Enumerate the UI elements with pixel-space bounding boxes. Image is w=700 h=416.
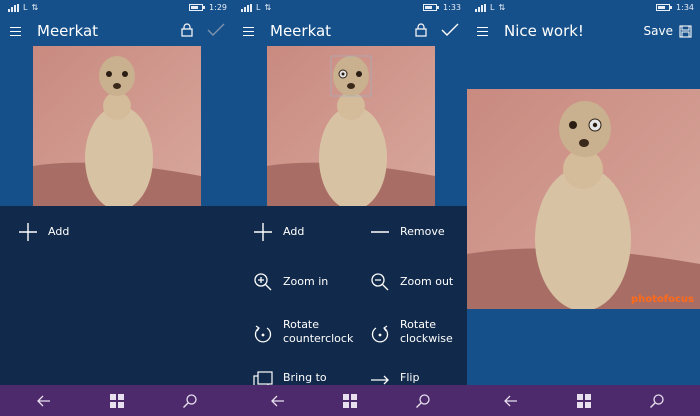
page-title: Meerkat xyxy=(37,22,99,40)
app-header: Meerkat xyxy=(233,16,467,46)
bring-to-label: Bring to xyxy=(283,371,327,384)
signal-icon xyxy=(8,3,19,12)
network-icon: ⇅ xyxy=(31,3,39,12)
back-icon[interactable] xyxy=(270,393,286,409)
remove-label: Remove xyxy=(400,225,445,238)
battery-icon xyxy=(656,4,673,11)
clock: 1:33 xyxy=(443,3,461,12)
status-bar: L ⇅ 1:34 xyxy=(467,0,700,16)
check-icon[interactable] xyxy=(207,23,225,37)
search-icon[interactable] xyxy=(182,393,198,409)
battery-icon xyxy=(423,4,440,11)
screen-2: L ⇅ 1:33 Meerkat Add Remove Zoom in Zoom… xyxy=(233,0,467,416)
lock-icon[interactable] xyxy=(181,23,193,37)
screen-3: L ⇅ 1:34 Nice work! Save photofocus xyxy=(467,0,700,416)
save-button[interactable]: Save xyxy=(644,24,673,38)
rotate-counterclockwise-label: Rotate counterclock xyxy=(283,318,354,345)
network-icon: ⇅ xyxy=(264,3,272,12)
zoom-out-button[interactable]: Zoom out xyxy=(370,272,453,292)
rotate-cw-icon xyxy=(371,325,389,343)
search-icon[interactable] xyxy=(649,393,665,409)
status-bar: L ⇅ 1:29 xyxy=(0,0,233,16)
status-bar: L ⇅ 1:33 xyxy=(233,0,467,16)
check-icon[interactable] xyxy=(441,23,459,37)
rotate-counterclockwise-button[interactable]: Rotate counterclock xyxy=(253,318,353,346)
flip-label: Flip xyxy=(400,371,420,384)
command-panel: Add xyxy=(0,206,233,385)
clock: 1:34 xyxy=(676,3,694,12)
windows-icon[interactable] xyxy=(109,393,125,409)
hamburger-icon[interactable] xyxy=(243,27,254,36)
add-button[interactable]: Add xyxy=(18,222,69,242)
app-header: Meerkat xyxy=(0,16,233,46)
rotate-clockwise-label: Rotate clockwise xyxy=(400,318,453,345)
meerkat-photo[interactable] xyxy=(33,46,201,206)
hamburger-icon[interactable] xyxy=(10,27,21,36)
search-icon[interactable] xyxy=(415,393,431,409)
signal-icon xyxy=(241,3,252,12)
zoom-in-button[interactable]: Zoom in xyxy=(253,272,328,292)
add-label: Add xyxy=(48,225,70,238)
page-title: Nice work! xyxy=(504,22,584,40)
save-icon[interactable] xyxy=(679,24,692,38)
remove-button[interactable]: Remove xyxy=(370,222,445,242)
back-icon[interactable] xyxy=(503,393,519,409)
plus-icon xyxy=(19,223,37,241)
plus-icon xyxy=(254,223,272,241)
app-header: Nice work! Save xyxy=(467,16,700,46)
hamburger-icon[interactable] xyxy=(477,27,488,36)
rotate-clockwise-button[interactable]: Rotate clockwise xyxy=(370,318,453,346)
network-icon: ⇅ xyxy=(498,3,506,12)
add-button[interactable]: Add xyxy=(253,222,304,242)
nav-bar xyxy=(233,385,467,416)
windows-icon[interactable] xyxy=(342,393,358,409)
clock: 1:29 xyxy=(209,3,227,12)
zoom-in-icon xyxy=(254,273,272,291)
zoom-out-icon xyxy=(371,273,389,291)
lock-icon[interactable] xyxy=(415,23,427,37)
screen-1: L ⇅ 1:29 Meerkat Add xyxy=(0,0,233,416)
back-icon[interactable] xyxy=(36,393,52,409)
meerkat-photo[interactable] xyxy=(267,46,435,206)
minus-icon xyxy=(371,231,389,233)
command-panel: Add Remove Zoom in Zoom out Rotate count… xyxy=(233,206,467,389)
nav-bar xyxy=(467,385,700,416)
meerkat-photo[interactable]: photofocus xyxy=(467,89,700,309)
rotate-ccw-icon xyxy=(254,325,272,343)
page-title: Meerkat xyxy=(270,22,332,40)
nav-bar xyxy=(0,385,233,416)
battery-icon xyxy=(189,4,206,11)
zoom-in-label: Zoom in xyxy=(283,275,329,288)
signal-icon xyxy=(475,3,486,12)
windows-icon[interactable] xyxy=(576,393,592,409)
watermark-logo: photofocus xyxy=(630,294,694,305)
zoom-out-label: Zoom out xyxy=(400,275,454,288)
add-label: Add xyxy=(283,225,305,238)
